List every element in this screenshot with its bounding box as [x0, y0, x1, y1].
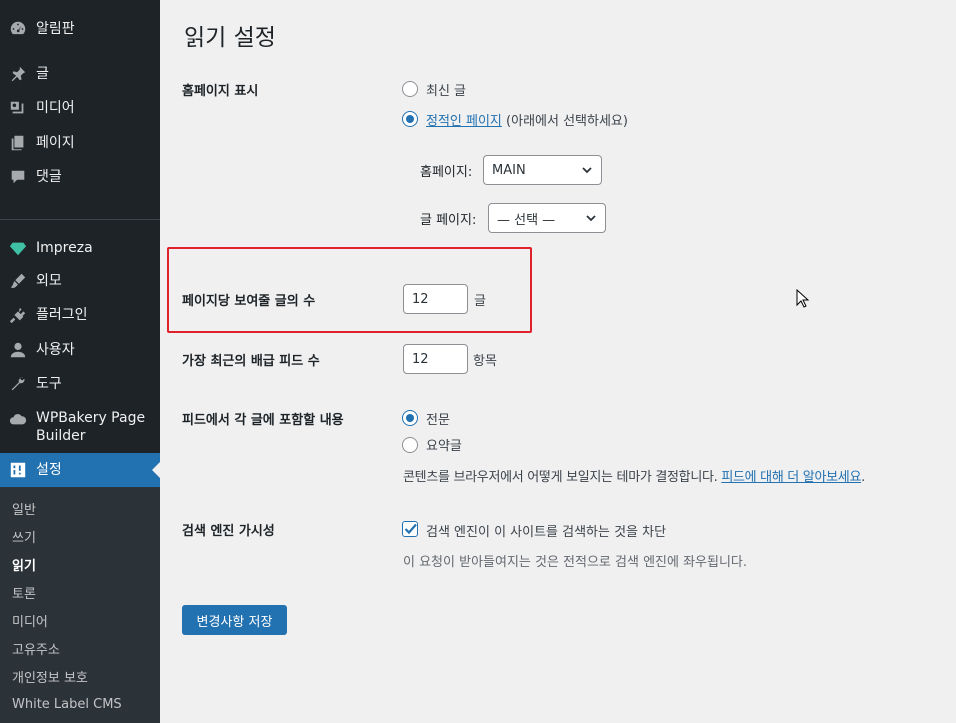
- user-icon: [8, 340, 28, 360]
- brush-icon: [8, 271, 28, 291]
- checkmark-icon: [404, 523, 417, 535]
- menu-settings[interactable]: 설정: [0, 453, 160, 487]
- search-visibility-checkbox[interactable]: [402, 521, 418, 537]
- feed-count-label: 가장 최근의 배급 피드 수: [182, 354, 320, 369]
- radio-latest-posts[interactable]: [402, 81, 418, 97]
- submenu-general[interactable]: 일반: [12, 499, 36, 518]
- posts-per-page-label: 페이지당 보여줄 글의 수: [182, 294, 316, 309]
- homepage-select-value: MAIN: [492, 162, 526, 178]
- posts-page-select-value: — 선택 —: [497, 212, 556, 228]
- posts-page-select-label: 글 페이지:: [420, 213, 477, 228]
- menu-appearance[interactable]: 외모: [0, 271, 160, 291]
- page-icon: [8, 133, 28, 153]
- menu-label: Impreza: [36, 240, 93, 256]
- submenu-reading[interactable]: 읽기: [12, 555, 36, 574]
- comment-icon: [8, 167, 28, 187]
- posts-page-select[interactable]: — 선택 —: [488, 203, 606, 233]
- menu-wpbakery[interactable]: WPBakery Page Builder: [0, 409, 160, 445]
- submenu-permalinks[interactable]: 고유주소: [12, 639, 60, 658]
- search-visibility-label: 검색 엔진 가시성: [182, 524, 275, 539]
- menu-comments[interactable]: 댓글: [0, 167, 160, 187]
- media-icon: [8, 98, 28, 118]
- feed-description-period: .: [861, 470, 865, 485]
- homepage-select[interactable]: MAIN: [483, 155, 602, 185]
- menu-label: 도구: [36, 376, 62, 392]
- option-excerpt-label: 요약글: [426, 439, 462, 454]
- cloud-icon: [8, 409, 28, 429]
- menu-pages[interactable]: 페이지: [0, 133, 160, 153]
- settings-submenu: 일반 쓰기 읽기 토론 미디어 고유주소 개인정보 보호 White Label…: [0, 487, 160, 723]
- posts-per-page-unit: 글: [474, 294, 486, 309]
- radio-full-text[interactable]: [402, 410, 418, 426]
- option-latest-posts-label: 최신 글: [426, 84, 467, 99]
- menu-label: 사용자: [36, 342, 75, 358]
- menu-label: 미디어: [36, 100, 75, 116]
- search-visibility-checkbox-label: 검색 엔진이 이 사이트를 검색하는 것을 차단: [426, 525, 667, 540]
- submenu-discussion[interactable]: 토론: [12, 583, 36, 602]
- menu-label: 댓글: [36, 169, 62, 185]
- chevron-down-icon: [586, 215, 596, 222]
- admin-sidebar: 알림판 글 미디어 페이지 댓글 Impreza 외모 플러그인 사용자 도구 …: [0, 0, 160, 723]
- radio-static-page[interactable]: [402, 111, 418, 127]
- radio-excerpt[interactable]: [402, 437, 418, 453]
- menu-label: 글: [36, 66, 49, 82]
- pin-icon: [8, 64, 28, 84]
- option-full-text-label: 전문: [426, 413, 450, 428]
- menu-dashboard[interactable]: 알림판: [0, 19, 160, 39]
- feed-count-input[interactable]: 12: [403, 344, 468, 374]
- feed-learn-more-link[interactable]: 피드에 대해 더 알아보세요: [721, 470, 861, 485]
- homepage-display-label: 홈페이지 표시: [182, 84, 259, 99]
- settings-icon: [8, 460, 28, 480]
- submenu-writing[interactable]: 쓰기: [12, 527, 36, 546]
- wrench-icon: [8, 374, 28, 394]
- submenu-white-label-cms[interactable]: White Label CMS: [12, 697, 122, 712]
- menu-separator: [0, 219, 160, 220]
- menu-label: 페이지: [36, 135, 75, 151]
- dashboard-icon: [8, 19, 28, 39]
- option-static-page-label: 정적인 페이지 (아래에서 선택하세요): [426, 110, 628, 129]
- search-visibility-note: 이 요청이 받아들여지는 것은 전적으로 검색 엔진에 좌우됩니다.: [403, 555, 748, 570]
- save-changes-button[interactable]: 변경사항 저장: [182, 605, 287, 635]
- static-page-link[interactable]: 정적인 페이지: [426, 114, 502, 129]
- main-content: 읽기 설정 홈페이지 표시 최신 글 정적인 페이지 (아래에서 선택하세요) …: [160, 0, 956, 723]
- mouse-cursor-icon: [796, 289, 810, 308]
- feed-description-text: 콘텐츠를 브라우저에서 어떻게 보일지는 테마가 결정합니다.: [403, 470, 718, 485]
- submenu-media[interactable]: 미디어: [12, 611, 48, 630]
- feed-content-description: 콘텐츠를 브라우저에서 어떻게 보일지는 테마가 결정합니다. 피드에 대해 더…: [403, 466, 956, 485]
- posts-per-page-input[interactable]: 12: [403, 284, 468, 314]
- menu-label: WPBakery Page Builder: [36, 410, 146, 444]
- current-menu-arrow: [152, 462, 160, 478]
- homepage-select-label: 홈페이지:: [420, 165, 473, 180]
- page-title: 읽기 설정: [184, 25, 276, 51]
- menu-label: 설정: [36, 462, 62, 478]
- menu-label: 외모: [36, 273, 62, 289]
- menu-media[interactable]: 미디어: [0, 98, 160, 118]
- diamond-icon: [8, 238, 28, 258]
- menu-label: 알림판: [36, 21, 75, 37]
- menu-plugins[interactable]: 플러그인: [0, 305, 160, 325]
- feed-content-label: 피드에서 각 글에 포함할 내용: [182, 413, 344, 428]
- menu-users[interactable]: 사용자: [0, 340, 160, 360]
- static-page-hint: (아래에서 선택하세요): [506, 114, 628, 129]
- menu-label: 플러그인: [36, 307, 88, 323]
- feed-count-unit: 항목: [473, 354, 497, 369]
- submenu-privacy[interactable]: 개인정보 보호: [12, 667, 88, 686]
- plugin-icon: [8, 305, 28, 325]
- menu-posts[interactable]: 글: [0, 64, 160, 84]
- chevron-down-icon: [582, 167, 592, 174]
- menu-impreza[interactable]: Impreza: [0, 238, 160, 258]
- menu-tools[interactable]: 도구: [0, 374, 160, 394]
